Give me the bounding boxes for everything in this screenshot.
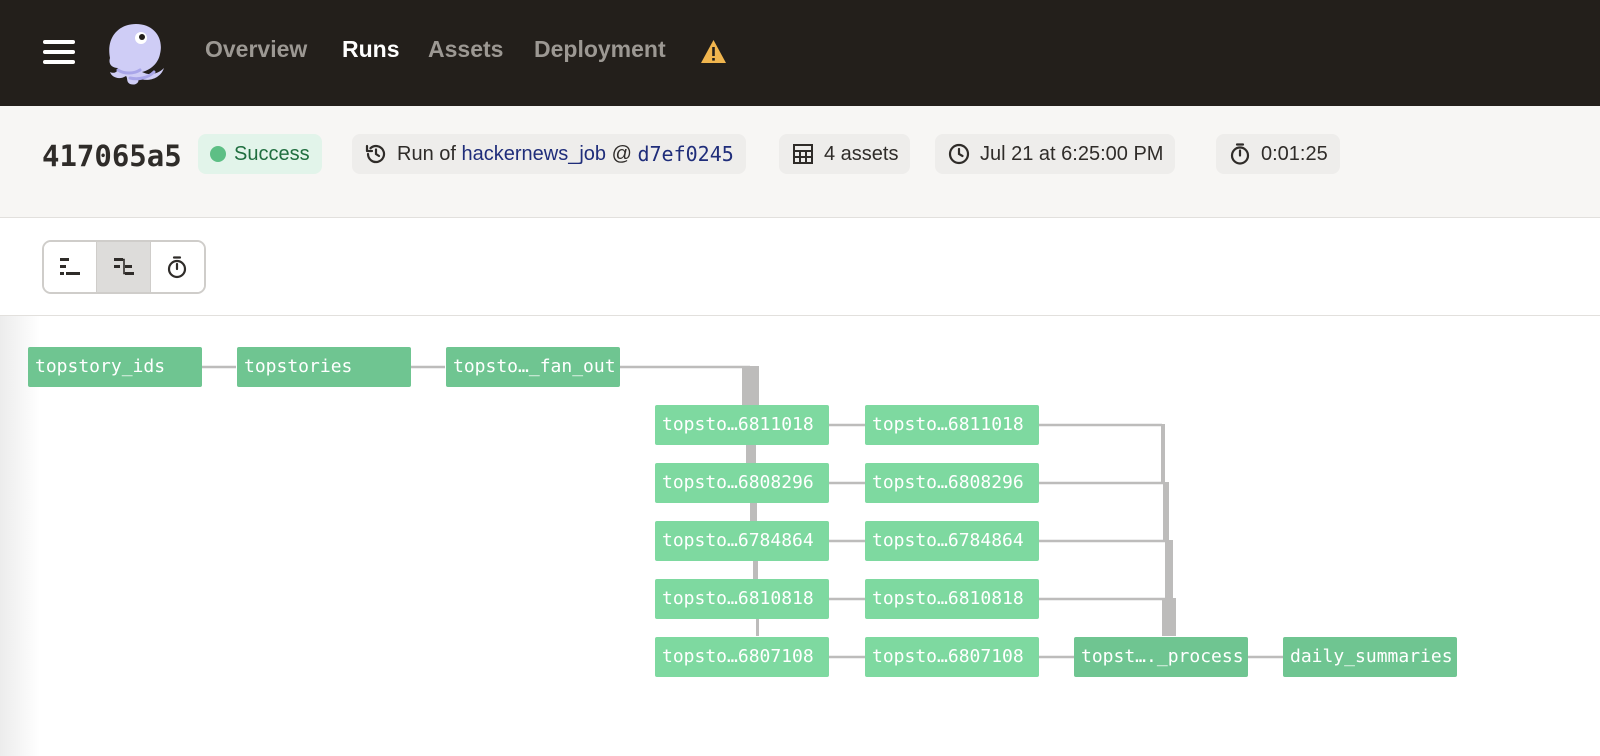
asset-node-story-1[interactable]: topsto…6811018 [655, 405, 829, 445]
history-icon [365, 144, 386, 164]
at-symbol: @ [611, 142, 632, 165]
table-icon [793, 144, 813, 164]
nav-overview[interactable]: Overview [205, 36, 307, 63]
view-toolbar [0, 218, 1600, 316]
timestamp-text: Jul 21 at 6:25:00 PM [980, 142, 1164, 165]
asset-node-story-2[interactable]: topsto…6808296 [655, 463, 829, 503]
run-header: 417065a5 Success Run of hackernews_job @… [0, 106, 1600, 218]
asset-graph: topstory_ids topstories topsto…_fan_out … [0, 316, 1600, 756]
nav-deployment[interactable]: Deployment [534, 36, 666, 63]
flat-view-button[interactable] [44, 242, 98, 292]
run-id: 417065a5 [42, 139, 182, 173]
job-link[interactable]: hackernews_job [462, 143, 607, 166]
snapshot-link[interactable]: d7ef0245 [637, 142, 733, 166]
assets-count: 4 assets [824, 142, 899, 165]
stopwatch-icon [168, 256, 187, 279]
flat-view-icon [60, 258, 81, 275]
status-text: Success [234, 142, 310, 165]
tree-view-button[interactable] [97, 242, 151, 292]
status-badge: Success [198, 134, 322, 174]
view-mode-toggle [42, 240, 206, 294]
clock-icon [948, 143, 970, 165]
asset-node-story-4[interactable]: topsto…6810818 [655, 579, 829, 619]
nav-assets[interactable]: Assets [428, 36, 503, 63]
asset-node-story-5[interactable]: topsto…6807108 [655, 637, 829, 677]
asset-node-story-item-2[interactable]: topsto…6808296 [865, 463, 1039, 503]
timer-view-button[interactable] [150, 242, 204, 292]
duration-text: 0:01:25 [1261, 142, 1328, 165]
duration-chip: 0:01:25 [1216, 134, 1340, 174]
run-of-chip: Run of hackernews_job @ d7ef0245 [352, 134, 746, 174]
tree-view-icon [113, 258, 134, 275]
assets-chip[interactable]: 4 assets [779, 134, 911, 174]
asset-node-topstories[interactable]: topstories [237, 347, 411, 387]
asset-node-story-item-1[interactable]: topsto…6811018 [865, 405, 1039, 445]
top-navigation: Overview Runs Assets Deployment [0, 0, 1600, 106]
asset-node-topstory-ids[interactable]: topstory_ids [28, 347, 202, 387]
asset-node-story-item-4[interactable]: topsto…6810818 [865, 579, 1039, 619]
warning-icon[interactable] [700, 39, 727, 64]
asset-node-daily-summaries[interactable]: daily_summaries [1283, 637, 1457, 677]
asset-node-story-item-5[interactable]: topsto…6807108 [865, 637, 1039, 677]
nav-runs[interactable]: Runs [342, 36, 400, 63]
octopus-logo-icon[interactable] [100, 18, 168, 86]
asset-node-process[interactable]: topst…._process [1074, 637, 1248, 677]
run-of-label: Run of [397, 142, 456, 165]
asset-node-fan-out[interactable]: topsto…_fan_out [446, 347, 620, 387]
timer-icon [1230, 143, 1250, 165]
asset-node-story-3[interactable]: topsto…6784864 [655, 521, 829, 561]
menu-icon[interactable] [43, 40, 75, 64]
asset-node-story-item-3[interactable]: topsto…6784864 [865, 521, 1039, 561]
success-dot-icon [210, 146, 226, 162]
timestamp-chip: Jul 21 at 6:25:00 PM [935, 134, 1176, 174]
